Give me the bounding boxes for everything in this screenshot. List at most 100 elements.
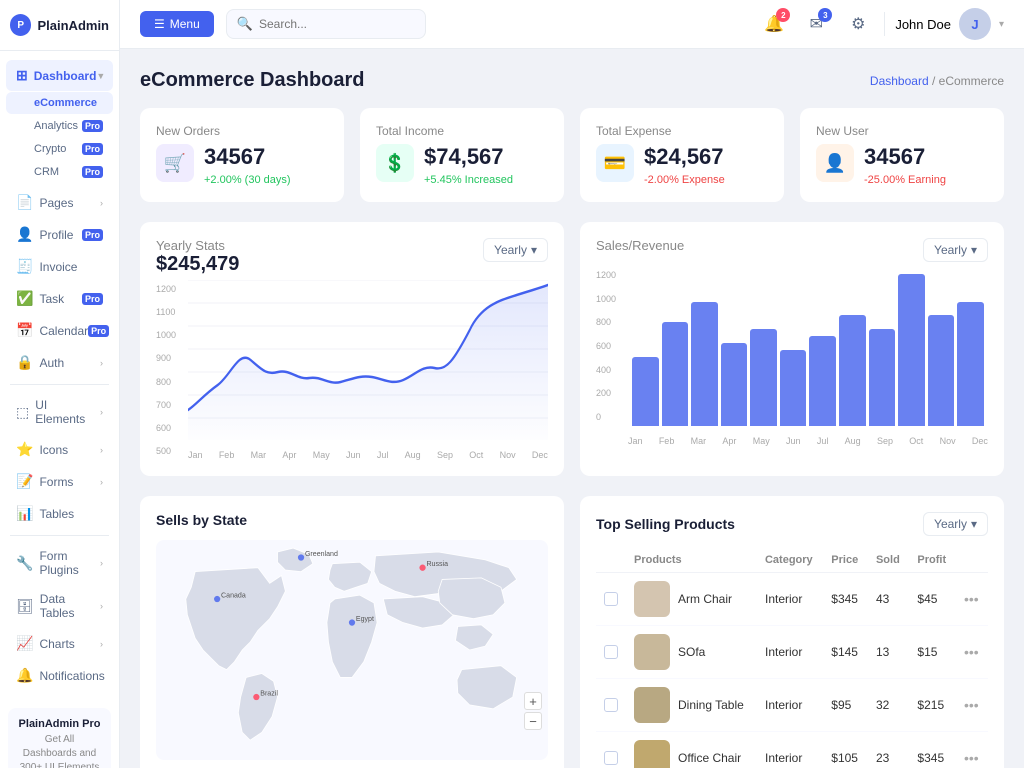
user-info[interactable]: John Doe J ▾ [895, 8, 1004, 40]
sidebar-item-invoice[interactable]: 🧾 Invoice [6, 251, 113, 282]
user-avatar: J [959, 8, 991, 40]
svg-text:Egypt: Egypt [356, 616, 374, 623]
sidebar-item-pages[interactable]: 📄 Pages › [6, 187, 113, 218]
notifications-icon: 🔔 [16, 667, 33, 684]
sidebar-item-data-tables[interactable]: 🗄 Data Tables › [6, 585, 113, 627]
sidebar-item-tables[interactable]: 📊 Tables [6, 498, 113, 529]
table-row: Arm Chair Interior $345 43 $45 ••• [596, 573, 988, 626]
yearly-stats-dropdown[interactable]: Yearly ▾ [483, 238, 548, 262]
chevron-right-icon-5: › [100, 477, 103, 487]
sidebar-item-notifications[interactable]: 🔔 Notifications [6, 660, 113, 691]
product-profit: $15 [909, 626, 956, 679]
product-sold: 13 [868, 626, 909, 679]
sidebar-item-ui-elements[interactable]: ⬚ UI Elements › [6, 391, 113, 433]
world-map: Greenland Russia Canada Egypt Brazil + − [156, 540, 548, 760]
orders-icon: 🛒 [156, 144, 194, 182]
row-menu-2[interactable]: ••• [964, 697, 979, 713]
expense-icon: 💳 [596, 144, 634, 182]
row-checkbox-0[interactable] [604, 592, 618, 606]
product-sold: 32 [868, 679, 909, 732]
ui-icon: ⬚ [16, 404, 29, 421]
row-menu-3[interactable]: ••• [964, 750, 979, 766]
bar-3 [721, 343, 748, 426]
sidebar: P PlainAdmin ⊞ Dashboard ▼ eCommerce Ana… [0, 0, 120, 768]
stats-grid: New Orders 🛒 34567 +2.00% (30 days) Tota… [140, 108, 1004, 202]
sidebar-item-crm[interactable]: CRMPro [6, 161, 113, 183]
sidebar-logo: P PlainAdmin [0, 0, 119, 51]
bottom-row: Sells by State [140, 496, 1004, 768]
mail-button[interactable]: ✉ 3 [800, 8, 832, 40]
bar-0 [632, 357, 659, 426]
pages-icon: 📄 [16, 194, 33, 211]
bar-chart: 120010008006004002000 JanFebMarAprMayJun… [596, 266, 988, 446]
map-card: Sells by State [140, 496, 564, 768]
map-zoom-out-button[interactable]: − [524, 712, 542, 730]
yearly-stats-card: Yearly Stats $245,479 Yearly ▾ 120011001… [140, 222, 564, 476]
bar-10 [928, 315, 955, 426]
chevron-right-icon-6: › [100, 558, 103, 568]
product-category: Interior [757, 679, 823, 732]
bar-11 [957, 302, 984, 426]
products-dropdown[interactable]: Yearly ▾ [923, 512, 988, 536]
icons-nav-icon: ⭐ [16, 441, 33, 458]
notifications-bell-button[interactable]: 🔔 2 [758, 8, 790, 40]
table-row: Dining Table Interior $95 32 $215 ••• [596, 679, 988, 732]
bar-6 [809, 336, 836, 426]
sidebar-item-task[interactable]: ✅ Task Pro [6, 283, 113, 314]
sidebar-item-ecommerce[interactable]: eCommerce [6, 92, 113, 114]
charts-row: Yearly Stats $245,479 Yearly ▾ 120011001… [140, 222, 1004, 476]
sidebar-item-forms[interactable]: 📝 Forms › [6, 466, 113, 497]
sidebar-item-profile[interactable]: 👤 Profile Pro [6, 219, 113, 250]
logo-icon: P [10, 14, 31, 36]
product-name: Office Chair [678, 751, 741, 765]
stat-card-new-orders: New Orders 🛒 34567 +2.00% (30 days) [140, 108, 344, 202]
bar-5 [780, 350, 807, 426]
sales-dropdown[interactable]: Yearly ▾ [923, 238, 988, 262]
menu-button[interactable]: ☰ Menu [140, 11, 214, 37]
invoice-icon: 🧾 [16, 258, 33, 275]
product-img-2 [634, 687, 670, 723]
sidebar-item-auth[interactable]: 🔒 Auth › [6, 347, 113, 378]
product-profit: $45 [909, 573, 956, 626]
chevron-right-icon-4: › [100, 445, 103, 455]
sidebar-item-analytics[interactable]: AnalyticsPro [6, 115, 113, 137]
header-divider [884, 12, 885, 36]
forms-icon: 📝 [16, 473, 33, 490]
x-axis-labels: JanFebMarAprMayJunJulAugSepOctNovDec [188, 450, 548, 460]
breadcrumb-home[interactable]: Dashboard [870, 74, 929, 88]
mail-badge: 3 [818, 8, 832, 22]
bell-badge: 2 [776, 8, 790, 22]
sidebar-item-icons[interactable]: ⭐ Icons › [6, 434, 113, 465]
sales-dropdown-chevron-icon: ▾ [971, 243, 977, 257]
dashboard-icon: ⊞ [16, 67, 28, 84]
sidebar-item-dashboard[interactable]: ⊞ Dashboard ▼ [6, 60, 113, 91]
search-input[interactable] [259, 17, 399, 31]
user-name: John Doe [895, 17, 951, 32]
row-menu-1[interactable]: ••• [964, 644, 979, 660]
stat-card-total-expense: Total Expense 💳 $24,567 -2.00% Expense [580, 108, 784, 202]
row-checkbox-3[interactable] [604, 751, 618, 765]
sidebar-item-form-plugins[interactable]: 🔧 Form Plugins › [6, 542, 113, 584]
auth-icon: 🔒 [16, 354, 33, 371]
user-chevron-icon: ▾ [999, 19, 1004, 30]
stat-card-total-income: Total Income 💲 $74,567 +5.45% Increased [360, 108, 564, 202]
main-area: ☰ Menu 🔍 🔔 2 ✉ 3 ⚙ John Doe J ▾ [120, 0, 1024, 768]
product-profit: $215 [909, 679, 956, 732]
task-icon: ✅ [16, 290, 33, 307]
product-price: $345 [823, 573, 868, 626]
header-icons: 🔔 2 ✉ 3 ⚙ John Doe J ▾ [758, 8, 1004, 40]
map-zoom-in-button[interactable]: + [524, 692, 542, 710]
header: ☰ Menu 🔍 🔔 2 ✉ 3 ⚙ John Doe J ▾ [120, 0, 1024, 49]
row-checkbox-2[interactable] [604, 698, 618, 712]
line-chart-area [188, 280, 548, 440]
income-icon: 💲 [376, 144, 414, 182]
sidebar-item-crypto[interactable]: CryptoPro [6, 138, 113, 160]
product-category: Interior [757, 626, 823, 679]
sidebar-item-charts[interactable]: 📈 Charts › [6, 628, 113, 659]
sidebar-item-calendar[interactable]: 📅 Calendar Pro [6, 315, 113, 346]
row-menu-0[interactable]: ••• [964, 591, 979, 607]
product-price: $105 [823, 732, 868, 768]
breadcrumb-current: eCommerce [939, 74, 1004, 88]
row-checkbox-1[interactable] [604, 645, 618, 659]
filter-button[interactable]: ⚙ [842, 8, 874, 40]
